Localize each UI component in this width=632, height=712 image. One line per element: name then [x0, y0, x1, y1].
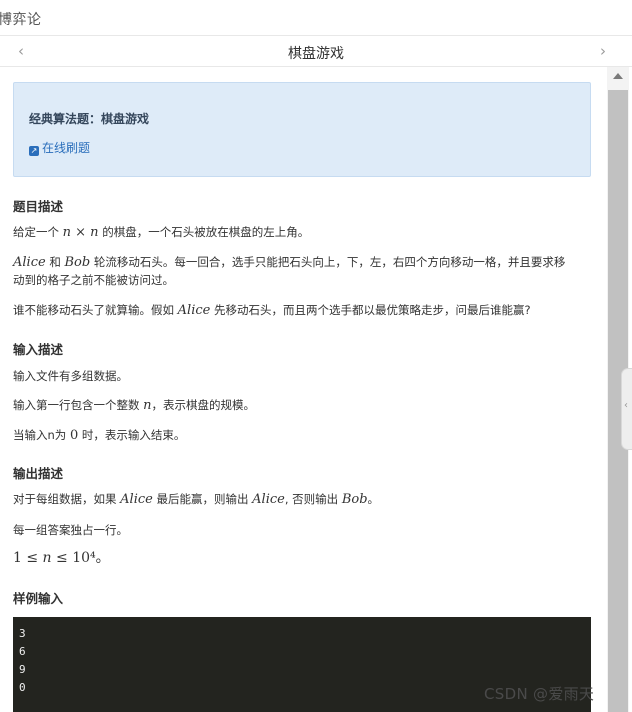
description-paragraph-3: 谁不能移动石头了就算输。假如 Alice 先移动石头，而且两个选手都以最优策略走…	[13, 303, 531, 318]
watermark: CSDN @爱雨天	[484, 685, 595, 703]
article-content: 经典算法题：棋盘游戏 ↗ 在线刷题 题目描述 给定一个 n × n 的棋盘，一个石…	[13, 82, 591, 712]
code-line: 3	[19, 627, 26, 640]
info-card: 经典算法题：棋盘游戏 ↗ 在线刷题	[13, 82, 591, 177]
navigation-bar: ‹ 棋盘游戏 ›	[0, 37, 632, 67]
online-practice-label: 在线刷题	[42, 141, 91, 155]
input-paragraph-1: 输入文件有多组数据。	[13, 369, 128, 383]
app-title: 博弈论	[0, 12, 42, 28]
scroll-up-arrow-icon[interactable]	[613, 73, 623, 79]
input-paragraph-2: 输入第一行包含一个整数 n，表示棋盘的规模。	[13, 398, 256, 413]
section-heading-sample-input: 样例输入	[13, 591, 64, 606]
side-panel-handle[interactable]: ‹	[621, 368, 632, 450]
code-line: 9	[19, 663, 26, 676]
page-title: 棋盘游戏	[288, 46, 344, 62]
section-heading-output: 输出描述	[13, 466, 64, 481]
section-heading-description: 题目描述	[13, 199, 64, 214]
output-paragraph-2: 每一组答案独占一行。	[13, 523, 128, 537]
chevron-right-icon[interactable]: ›	[600, 42, 606, 60]
output-constraint: 1 ≤ n ≤ 10⁴。	[13, 550, 110, 566]
description-paragraph-2-line-2: 动到的格子之前不能被访问过。	[13, 273, 174, 287]
output-paragraph-1: 对于每组数据，如果 Alice 最后能赢，则输出 Alice, 否则输出 Bob…	[13, 492, 380, 507]
external-link-icon: ↗	[29, 146, 39, 156]
description-paragraph-1: 给定一个 n × n 的棋盘，一个石头被放在棋盘的左上角。	[13, 225, 310, 240]
app-header: 博弈论	[0, 0, 632, 36]
online-practice-link[interactable]: ↗ 在线刷题	[29, 139, 90, 156]
chevron-left-icon: ‹	[624, 400, 628, 411]
section-heading-input: 输入描述	[13, 342, 64, 357]
card-title: 经典算法题：棋盘游戏	[29, 112, 150, 126]
input-paragraph-3: 当输入n为 0 时，表示输入结束。	[13, 428, 186, 443]
description-paragraph-2-line-1: Alice 和 Bob 轮流移动石头。每一回合，选手只能把石头向上，下，左，右四…	[13, 255, 566, 270]
code-line: 6	[19, 645, 26, 658]
